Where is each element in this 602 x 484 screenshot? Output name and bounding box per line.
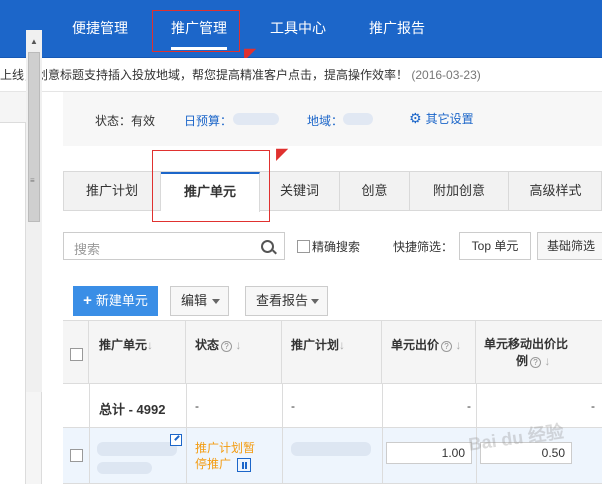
level-tabs: 推广计划 推广单元 关键词 创意 附加创意 高级样式 bbox=[63, 171, 602, 212]
nav-promotion-report[interactable]: 推广报告 bbox=[369, 18, 425, 38]
other-settings-link[interactable]: ⚙ 其它设置 bbox=[409, 110, 474, 127]
total-count: 总计 - 4992 bbox=[99, 402, 166, 417]
exact-search-option[interactable]: 精确搜索 bbox=[297, 238, 360, 255]
basic-filter-button[interactable]: 基础筛选 bbox=[537, 232, 602, 260]
exact-search-label: 精确搜索 bbox=[312, 240, 361, 254]
header-status-label: 状态 bbox=[195, 338, 220, 352]
sort-arrow-icon: ↓ bbox=[455, 338, 462, 352]
column-divider bbox=[89, 384, 90, 428]
search-input[interactable]: 搜索 bbox=[63, 232, 285, 260]
blurred-unit-name bbox=[97, 442, 177, 456]
total-bid: - bbox=[467, 399, 471, 413]
header-bid[interactable]: 单元出价? ↓ bbox=[382, 321, 476, 385]
top-nav-bar: 便捷管理 推广管理 工具中心 推广报告 bbox=[0, 0, 602, 58]
sort-arrow-icon: ↓ bbox=[147, 338, 154, 352]
view-report-label: 查看报告 bbox=[256, 293, 309, 308]
tab-keyword[interactable]: 关键词 bbox=[260, 172, 340, 210]
exact-search-checkbox[interactable] bbox=[297, 240, 310, 253]
column-divider bbox=[282, 384, 283, 428]
unit-status: 状态：有效 bbox=[95, 114, 156, 128]
tab-advanced-style[interactable]: 高级样式 bbox=[509, 172, 602, 210]
header-status[interactable]: 状态? ↓ bbox=[186, 321, 282, 385]
annotation-box-nav bbox=[152, 10, 240, 52]
header-bid-label: 单元出价 bbox=[391, 338, 440, 352]
column-divider bbox=[382, 384, 383, 428]
left-panel-tree bbox=[0, 122, 26, 484]
annotation-arrow-tab: ◤ bbox=[276, 146, 289, 163]
blurred-region-value bbox=[343, 113, 373, 125]
scroll-up-arrow-icon[interactable]: ▲ bbox=[30, 37, 38, 46]
scroll-grip-icon: ≡ bbox=[30, 176, 35, 185]
daily-budget-label[interactable]: 日预算： bbox=[184, 112, 232, 129]
header-unit[interactable]: 推广单元↓ bbox=[89, 321, 186, 385]
table-header: 推广单元↓ 状态? ↓ 推广计划↓ 单元出价? ↓ 单元移动出价比例? ↓ bbox=[63, 320, 602, 385]
edit-label: 编辑 bbox=[181, 293, 208, 308]
header-plan[interactable]: 推广计划↓ bbox=[282, 321, 382, 385]
column-divider bbox=[476, 384, 477, 428]
blurred-unit-name bbox=[97, 462, 152, 474]
sort-arrow-icon: ↓ bbox=[544, 354, 551, 368]
total-status: - bbox=[195, 399, 199, 413]
nav-quick-manage[interactable]: 便捷管理 bbox=[72, 18, 128, 38]
edit-dropdown-button[interactable]: 编辑 bbox=[170, 286, 229, 316]
quick-filter-label: 快捷筛选： bbox=[393, 240, 454, 254]
header-mobile-bid-ratio[interactable]: 单元移动出价比例? ↓ bbox=[476, 321, 602, 385]
total-row: 总计 - 4992 - - - - bbox=[63, 384, 602, 428]
gear-icon: ⚙ bbox=[409, 110, 422, 126]
help-icon[interactable]: ? bbox=[530, 357, 542, 368]
tab-campaign[interactable]: 推广计划 bbox=[64, 172, 161, 210]
column-divider bbox=[186, 428, 187, 484]
column-divider bbox=[89, 428, 90, 484]
nav-tool-center[interactable]: 工具中心 bbox=[270, 18, 326, 38]
search-placeholder: 搜索 bbox=[74, 242, 101, 257]
row-checkbox[interactable] bbox=[70, 449, 83, 462]
pause-icon[interactable] bbox=[237, 457, 252, 472]
new-unit-label: 新建单元 bbox=[95, 293, 148, 308]
help-icon[interactable]: ? bbox=[221, 341, 233, 352]
unit-status-bar: 状态：有效 日预算： 地域： ⚙ 其它设置 bbox=[63, 92, 602, 146]
search-icon[interactable] bbox=[261, 240, 274, 253]
column-divider bbox=[382, 428, 383, 484]
select-all-checkbox[interactable] bbox=[70, 348, 83, 361]
notice-date: (2016-03-23) bbox=[411, 68, 481, 82]
header-plan-label: 推广计划 bbox=[291, 338, 340, 352]
sort-arrow-icon: ↓ bbox=[339, 338, 346, 352]
other-settings-label: 其它设置 bbox=[425, 112, 474, 126]
chevron-down-icon bbox=[311, 299, 319, 304]
chevron-down-icon bbox=[212, 299, 220, 304]
tab-extra-creative[interactable]: 附加创意 bbox=[410, 172, 509, 210]
region-label[interactable]: 地域： bbox=[307, 112, 343, 129]
column-divider bbox=[186, 384, 187, 428]
help-icon[interactable]: ? bbox=[441, 341, 453, 352]
column-divider bbox=[282, 428, 283, 484]
annotation-box-tab bbox=[152, 150, 270, 222]
scrollbar-thumb[interactable] bbox=[28, 52, 40, 222]
unit-bid-input[interactable]: 1.00 bbox=[386, 442, 472, 464]
view-report-dropdown-button[interactable]: 查看报告 bbox=[245, 286, 328, 316]
sort-arrow-icon: ↓ bbox=[235, 338, 242, 352]
blurred-budget-value bbox=[233, 113, 279, 125]
notice-text: 上线，创意标题支持插入投放地域，帮您提高精准客户点击，提高操作效率！ bbox=[0, 68, 409, 82]
header-select-cell bbox=[63, 321, 89, 385]
new-unit-button[interactable]: + 新建单元 bbox=[73, 286, 158, 316]
header-mobile-label-line2: 例 bbox=[516, 354, 529, 368]
header-mobile-label-line1: 单元移动出价比 bbox=[484, 337, 569, 351]
header-unit-label: 推广单元 bbox=[99, 338, 148, 352]
row-status: 推广计划暂停推广 bbox=[195, 440, 257, 472]
top-unit-button[interactable]: Top 单元 bbox=[459, 232, 531, 260]
tab-creative[interactable]: 创意 bbox=[340, 172, 410, 210]
notice-bar: 上线，创意标题支持插入投放地域，帮您提高精准客户点击，提高操作效率！ (2016… bbox=[0, 58, 602, 92]
plus-icon: + bbox=[83, 292, 92, 309]
edit-unit-name-icon[interactable] bbox=[170, 434, 182, 446]
total-plan: - bbox=[291, 399, 295, 413]
total-mobile: - bbox=[591, 399, 595, 413]
blurred-plan-name bbox=[291, 442, 371, 456]
